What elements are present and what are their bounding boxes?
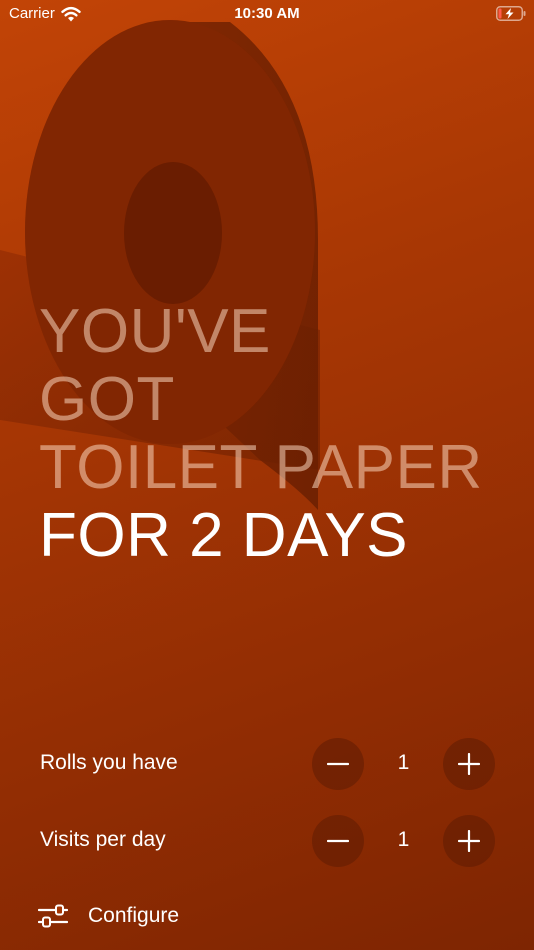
minus-icon	[327, 762, 349, 766]
plus-icon	[458, 753, 480, 775]
headline-result: FOR 2 DAYS	[39, 501, 409, 570]
plus-icon	[458, 830, 480, 852]
status-time: 10:30 AM	[234, 5, 300, 22]
sliders-icon	[38, 904, 68, 928]
headline-line-1: YOU'VE	[39, 297, 271, 366]
visits-row: Visits per day 1	[0, 815, 534, 867]
battery-charging-icon	[496, 6, 526, 21]
configure-label: Configure	[88, 904, 180, 927]
status-bar: Carrier 10:30 AM	[0, 0, 534, 30]
rolls-label: Rolls you have	[40, 751, 178, 774]
visits-value: 1	[397, 828, 410, 851]
headline-line-3: TOILET PAPER	[39, 433, 483, 502]
rolls-increment-button[interactable]	[443, 738, 495, 790]
visits-label: Visits per day	[40, 828, 166, 851]
configure-button[interactable]: Configure	[38, 898, 179, 934]
headline: YOU'VE GOT TOILET PAPER FOR 2 DAYS	[39, 298, 483, 570]
headline-line-2: GOT	[39, 365, 175, 434]
visits-decrement-button[interactable]	[312, 815, 364, 867]
rolls-row: Rolls you have 1	[0, 738, 534, 790]
minus-icon	[327, 839, 349, 843]
visits-increment-button[interactable]	[443, 815, 495, 867]
rolls-decrement-button[interactable]	[312, 738, 364, 790]
rolls-value: 1	[397, 751, 410, 774]
